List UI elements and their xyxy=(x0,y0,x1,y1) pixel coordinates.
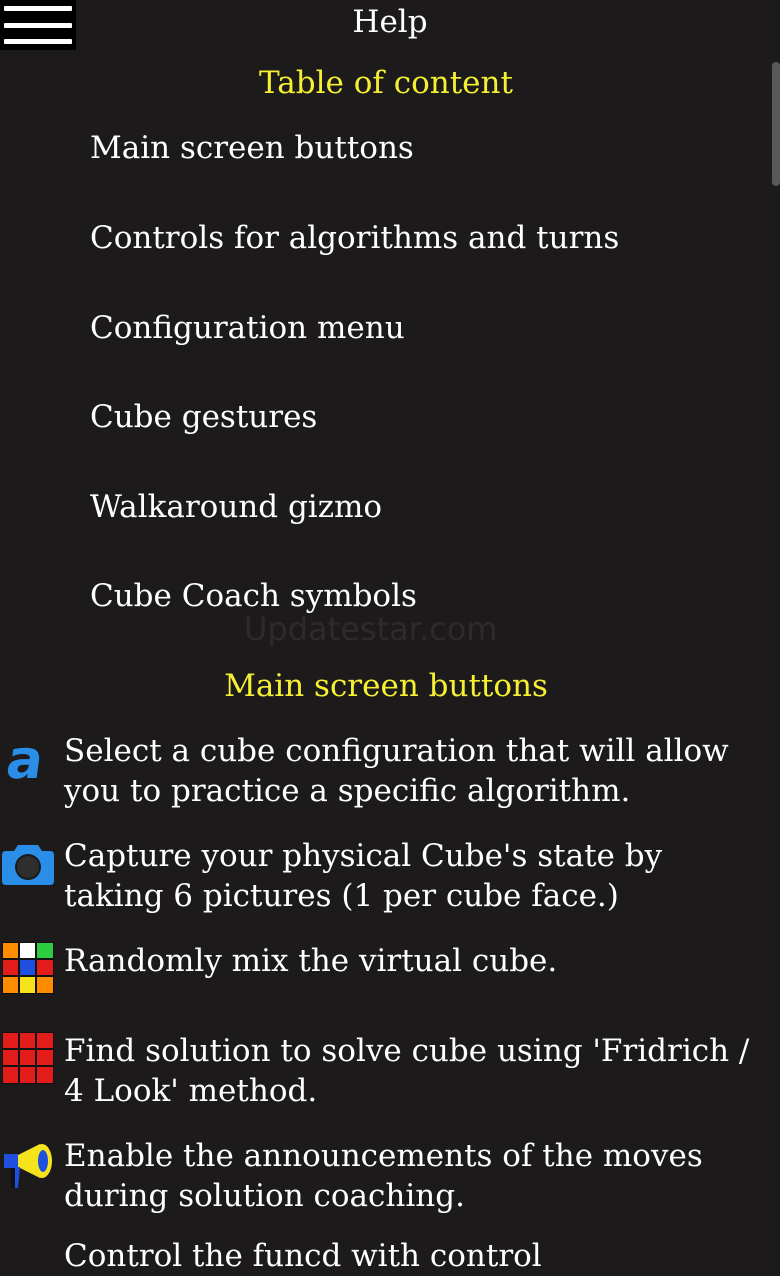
scramble-description: Randomly mix the virtual cube. xyxy=(64,943,558,979)
toc-item-walkaround-gizmo[interactable]: Walkaround gizmo xyxy=(90,487,382,527)
announcements-description: Enable the announcements of the moves du… xyxy=(64,1138,703,1214)
main-buttons-title: Main screen buttons xyxy=(224,668,548,704)
svg-text:a: a xyxy=(3,732,48,784)
algorithm-description: Select a cube configuration that will al… xyxy=(64,733,729,809)
partial-next-item: Control the funcd with control xyxy=(64,1238,542,1274)
watermark: Updatestar.com xyxy=(244,610,498,648)
camera-icon xyxy=(2,845,54,885)
camera-description: Capture your physical Cube's state by ta… xyxy=(64,838,663,914)
toc-item-configuration-menu[interactable]: Configuration menu xyxy=(90,308,405,348)
page-title: Help xyxy=(352,4,428,40)
solve-description: Find solution to solve cube using 'Fridr… xyxy=(64,1033,750,1109)
megaphone-icon xyxy=(4,1144,52,1188)
scrollbar[interactable] xyxy=(772,62,780,186)
toc-title: Table of content xyxy=(259,65,513,101)
scramble-cube-icon xyxy=(2,942,54,994)
solve-cube-icon xyxy=(2,1032,54,1084)
toc-item-main-screen-buttons[interactable]: Main screen buttons xyxy=(90,128,414,168)
toc-item-cube-gestures[interactable]: Cube gestures xyxy=(90,397,317,437)
algorithm-a-icon: a xyxy=(3,732,48,784)
toc-item-controls[interactable]: Controls for algorithms and turns xyxy=(90,218,619,258)
